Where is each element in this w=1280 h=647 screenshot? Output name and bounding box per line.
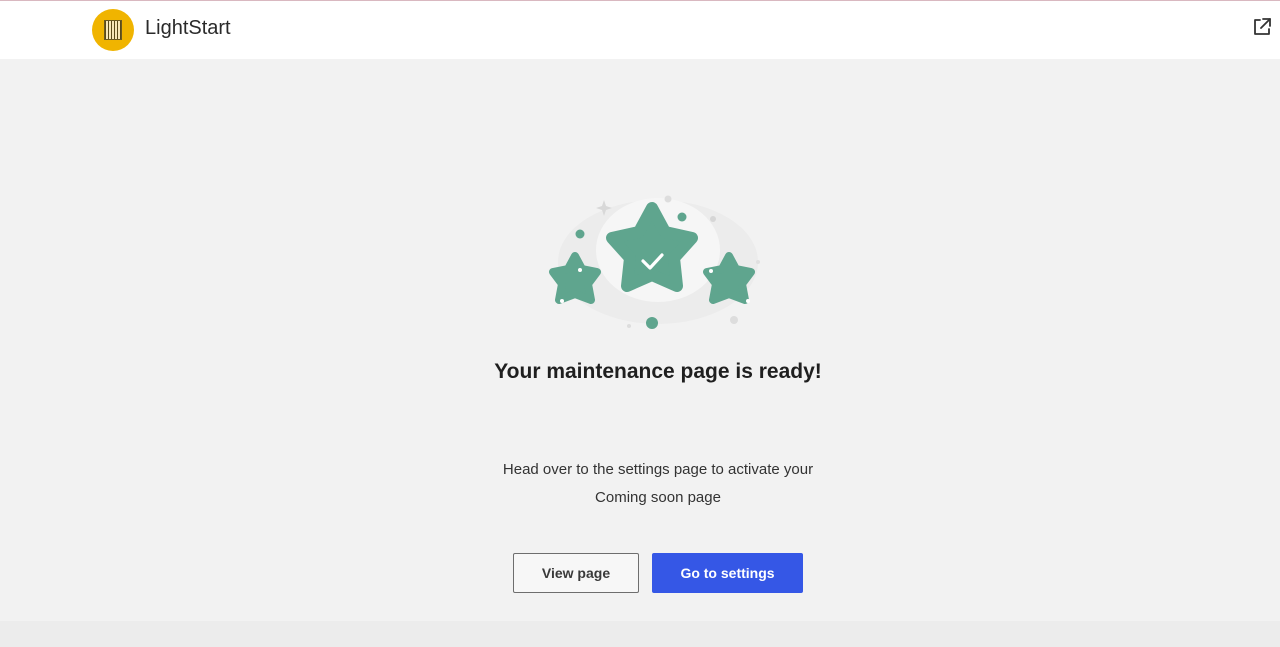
page-heading: Your maintenance page is ready! [494, 360, 822, 383]
external-link-icon[interactable] [1252, 17, 1272, 37]
logo-mark [104, 20, 122, 40]
main-content [0, 59, 1280, 621]
lightstart-logo-icon [92, 9, 134, 51]
description-line-2: Coming soon page [595, 489, 721, 506]
view-page-button[interactable]: View page [513, 553, 639, 593]
brand-name: LightStart [145, 17, 231, 39]
header-bar: LightStart [0, 1, 1280, 59]
description-text: Head over to the settings page to activa… [470, 456, 846, 512]
footer-band [0, 621, 1280, 647]
three-stars-check-icon [540, 190, 776, 336]
go-to-settings-button[interactable]: Go to settings [652, 553, 803, 593]
description-line-1: Head over to the settings page to activa… [502, 461, 814, 478]
